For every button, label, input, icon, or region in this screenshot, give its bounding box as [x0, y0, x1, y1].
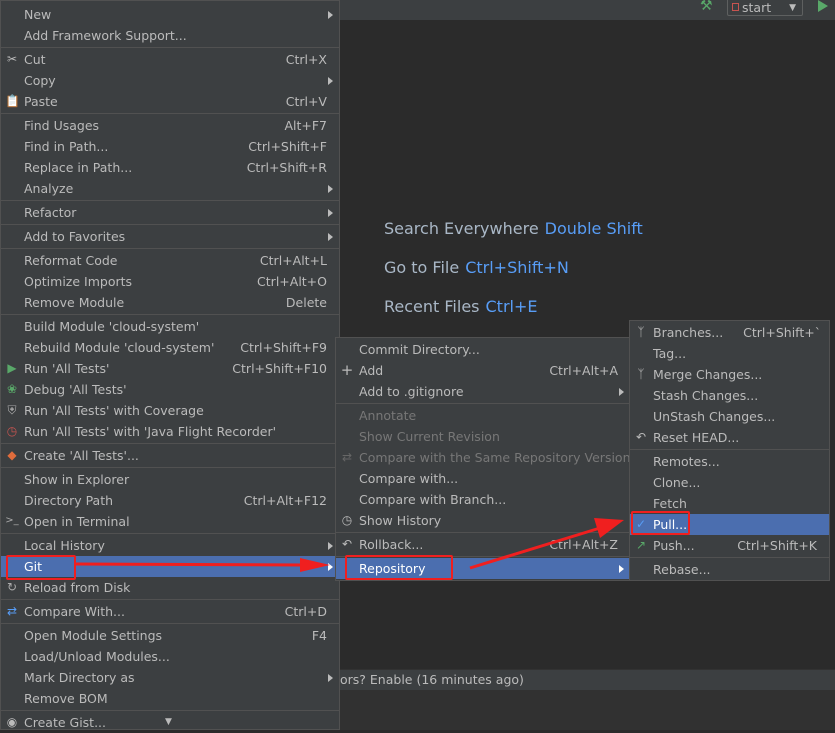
annotation-arrow-git-head [300, 558, 330, 572]
annotation-arrows [75, 518, 624, 572]
annotation-arrow-repository-head [594, 518, 624, 538]
annotation-arrow-repository-line [469, 526, 601, 570]
annotation-arrow-git-line [75, 562, 303, 567]
